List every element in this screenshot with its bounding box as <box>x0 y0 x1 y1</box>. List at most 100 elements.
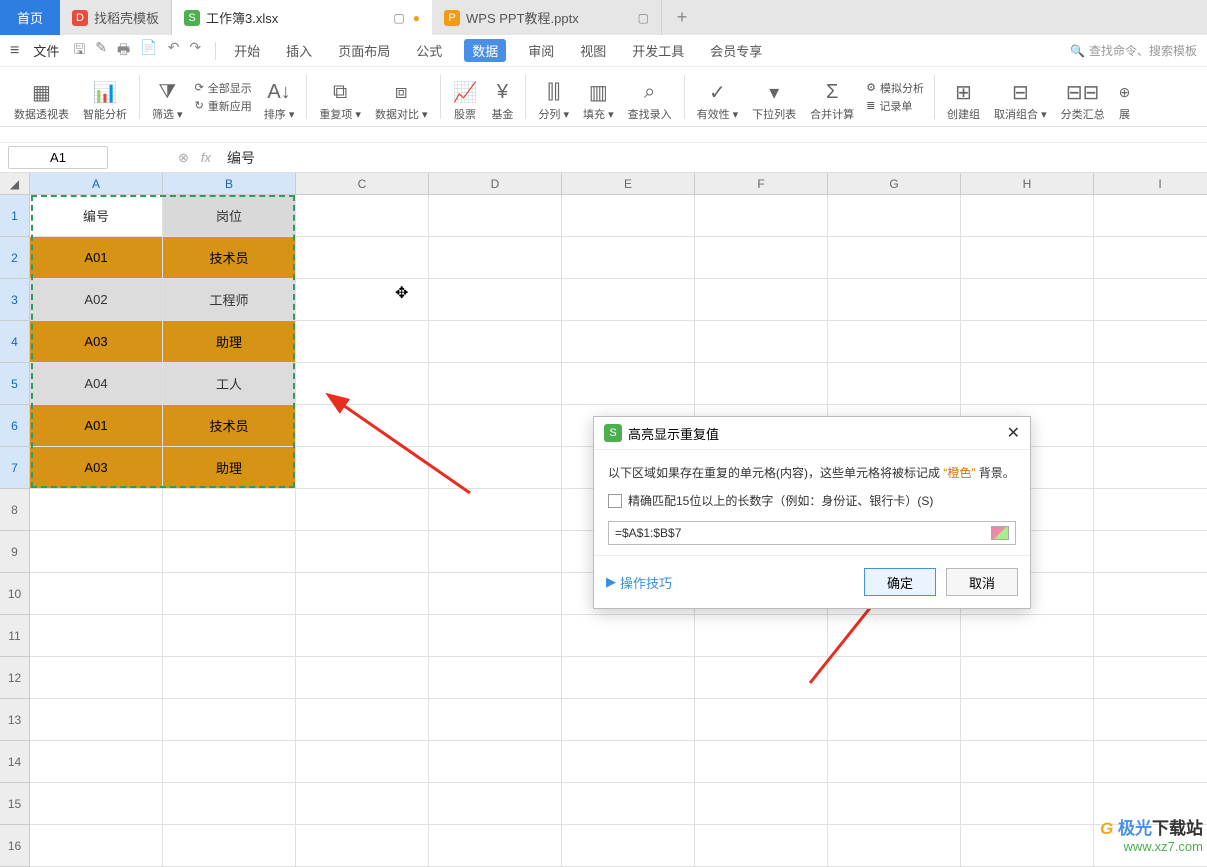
ribbon-fund[interactable]: ¥基金 <box>485 68 519 126</box>
menu-tab-data[interactable]: 数据 <box>464 39 506 62</box>
save-icon[interactable]: 🖫 <box>73 39 85 63</box>
cell[interactable] <box>429 699 562 741</box>
cell[interactable] <box>562 321 695 363</box>
cell[interactable] <box>1094 447 1207 489</box>
tab-ppt[interactable]: P WPS PPT教程.pptx ▢ <box>432 0 662 35</box>
tab-template[interactable]: D 找稻壳模板 <box>60 0 172 35</box>
new-tab-button[interactable]: + <box>662 7 702 28</box>
cell[interactable]: A01 <box>30 237 163 279</box>
ribbon-compare[interactable]: ⧈数据对比 ▾ <box>369 68 434 126</box>
cell[interactable]: A01 <box>30 405 163 447</box>
cell[interactable] <box>1094 363 1207 405</box>
cell[interactable] <box>1094 489 1207 531</box>
file-menu[interactable]: 文件 <box>33 41 59 60</box>
cell[interactable] <box>562 195 695 237</box>
select-all-corner[interactable]: ◢ <box>0 173 30 195</box>
cancel-button[interactable]: 取消 <box>946 568 1018 596</box>
cell[interactable] <box>961 615 1094 657</box>
ribbon-valid[interactable]: ✓有效性 ▾ <box>691 68 745 126</box>
menu-tab-review[interactable]: 审阅 <box>524 39 558 62</box>
range-input[interactable]: =$A$1:$B$7 <box>608 521 1016 545</box>
ribbon-showall[interactable]: ⟳全部显示 <box>195 80 252 96</box>
cell[interactable] <box>296 279 429 321</box>
cell[interactable] <box>828 783 961 825</box>
cell[interactable] <box>961 195 1094 237</box>
row-head[interactable]: 3 <box>0 279 30 321</box>
cell[interactable] <box>429 741 562 783</box>
cell[interactable] <box>163 825 296 867</box>
cell[interactable] <box>695 279 828 321</box>
ribbon-find[interactable]: ⌕查找录入 <box>622 68 678 126</box>
ribbon-dropdown[interactable]: ▾下拉列表 <box>746 68 802 126</box>
cell[interactable] <box>695 321 828 363</box>
cell[interactable] <box>30 657 163 699</box>
menu-tab-dev[interactable]: 开发工具 <box>628 39 688 62</box>
cell[interactable] <box>695 237 828 279</box>
ribbon-filter[interactable]: ⧩筛选 ▾ <box>146 68 189 126</box>
row-head[interactable]: 10 <box>0 573 30 615</box>
cell[interactable] <box>562 741 695 783</box>
undo-icon[interactable]: ↶ <box>168 39 180 63</box>
cell[interactable] <box>1094 237 1207 279</box>
menu-tab-insert[interactable]: 插入 <box>282 39 316 62</box>
cell[interactable] <box>961 699 1094 741</box>
cell[interactable] <box>296 195 429 237</box>
row-head[interactable]: 4 <box>0 321 30 363</box>
col-head-h[interactable]: H <box>961 173 1094 195</box>
row-head[interactable]: 1 <box>0 195 30 237</box>
col-head-b[interactable]: B <box>163 173 296 195</box>
cell[interactable] <box>1094 279 1207 321</box>
cell[interactable] <box>30 741 163 783</box>
menu-tab-start[interactable]: 开始 <box>230 39 264 62</box>
cell[interactable] <box>30 825 163 867</box>
cell[interactable] <box>828 741 961 783</box>
cell[interactable]: 工程师 <box>163 279 296 321</box>
cell[interactable] <box>296 783 429 825</box>
cell[interactable] <box>828 321 961 363</box>
cell[interactable] <box>429 237 562 279</box>
cell[interactable] <box>296 741 429 783</box>
cell[interactable] <box>429 615 562 657</box>
cell[interactable] <box>1094 699 1207 741</box>
cell[interactable] <box>562 363 695 405</box>
cell[interactable]: 编号 <box>30 195 163 237</box>
col-head-g[interactable]: G <box>828 173 961 195</box>
col-head-i[interactable]: I <box>1094 173 1207 195</box>
cell[interactable] <box>30 783 163 825</box>
cell[interactable] <box>429 279 562 321</box>
cell[interactable] <box>429 657 562 699</box>
cell[interactable] <box>429 783 562 825</box>
ribbon-sort[interactable]: A↓排序 ▾ <box>258 68 301 126</box>
ribbon-simulate[interactable]: ⚙模拟分析 <box>866 80 924 96</box>
cell[interactable]: 技术员 <box>163 405 296 447</box>
cell[interactable]: A02 <box>30 279 163 321</box>
cell[interactable] <box>695 363 828 405</box>
preview-icon[interactable]: 📄 <box>140 39 157 63</box>
ribbon-consol[interactable]: Σ合并计算 <box>804 68 860 126</box>
cell[interactable] <box>562 615 695 657</box>
dialog-titlebar[interactable]: S 高亮显示重复值 ✕ <box>594 417 1030 450</box>
cell[interactable] <box>961 657 1094 699</box>
cell[interactable] <box>163 657 296 699</box>
cell[interactable]: 助理 <box>163 447 296 489</box>
cell[interactable]: A03 <box>30 321 163 363</box>
cell[interactable] <box>695 195 828 237</box>
external-icon[interactable]: ▢ <box>393 11 404 25</box>
cell[interactable] <box>30 489 163 531</box>
cell[interactable] <box>828 195 961 237</box>
saveas-icon[interactable]: ✎ <box>95 39 107 63</box>
cell[interactable] <box>163 615 296 657</box>
external-icon[interactable]: ▢ <box>638 11 649 25</box>
cell[interactable] <box>961 279 1094 321</box>
menu-tab-layout[interactable]: 页面布局 <box>334 39 394 62</box>
row-head[interactable]: 7 <box>0 447 30 489</box>
cell[interactable] <box>1094 615 1207 657</box>
menu-tab-view[interactable]: 视图 <box>576 39 610 62</box>
cell[interactable] <box>296 237 429 279</box>
cell[interactable] <box>1094 573 1207 615</box>
ribbon-pivot[interactable]: ▦数据透视表 <box>8 68 75 126</box>
ribbon-fill[interactable]: ▥填充 ▾ <box>577 68 620 126</box>
cell[interactable] <box>296 615 429 657</box>
cell[interactable] <box>695 783 828 825</box>
cell[interactable] <box>562 657 695 699</box>
